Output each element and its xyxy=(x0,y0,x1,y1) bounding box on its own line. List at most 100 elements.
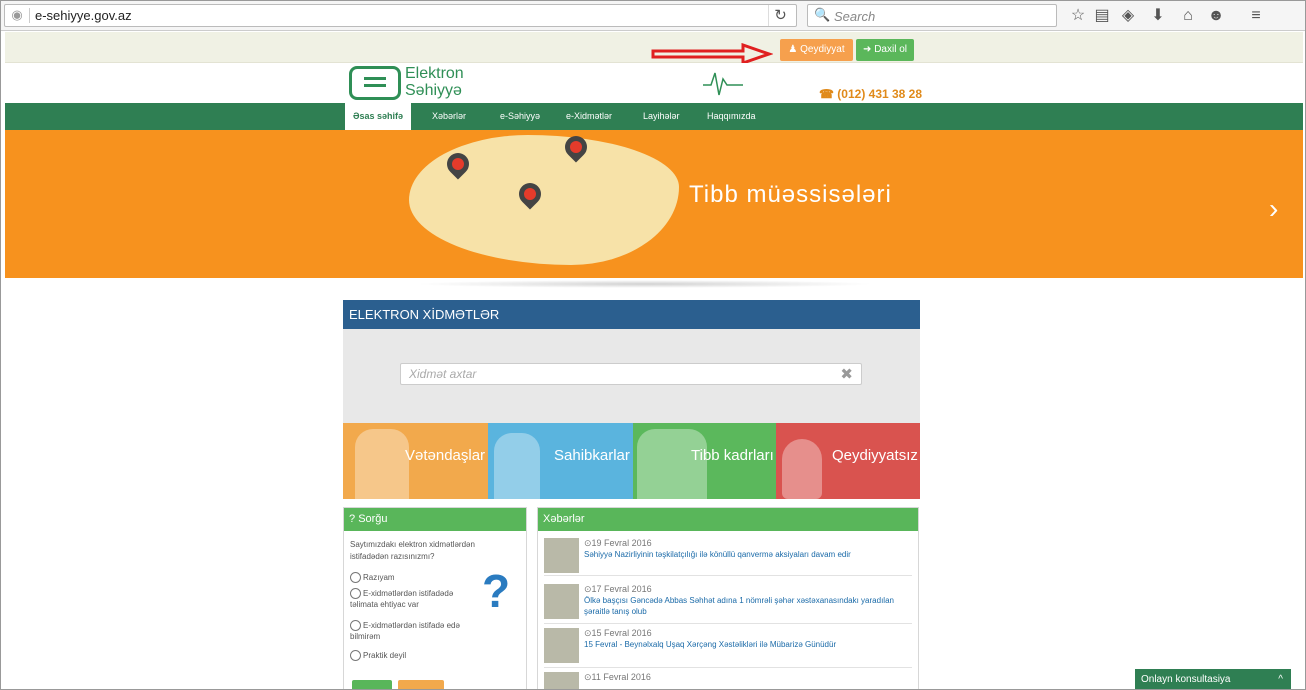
tile-unregistered[interactable]: Qeydiyyatsız xyxy=(776,423,920,499)
nav-item-e-health[interactable]: e-Səhiyyə xyxy=(500,103,540,130)
star-bookmark-icon[interactable]: ☆ xyxy=(1067,5,1089,27)
logo-line-2: Səhiyyə xyxy=(405,82,462,99)
logo-icon[interactable] xyxy=(349,66,401,100)
news-thumbnail[interactable] xyxy=(544,672,579,689)
url-text[interactable]: e-sehiyye.gov.az xyxy=(35,8,132,23)
news-date: ⊙15 Fevral 2016 xyxy=(584,628,652,639)
clear-icon[interactable]: ✖ xyxy=(840,365,853,383)
reload-icon[interactable]: ↻ xyxy=(768,5,792,26)
news-item[interactable]: ⊙19 Fevral 2016 Səhiyyə Nazirliyinin təş… xyxy=(544,538,912,576)
user-icon: ♟ xyxy=(788,44,798,55)
radio-button[interactable] xyxy=(350,588,361,600)
menu-icon[interactable]: ≡ xyxy=(1245,5,1267,27)
citizens-photo xyxy=(355,429,409,499)
nav-item-home[interactable]: Əsas səhifə xyxy=(345,103,412,130)
survey-option-label: Praktik deyil xyxy=(363,651,407,660)
main-nav: Əsas səhifə Xəbərlər e-Səhiyyə e-Xidmətl… xyxy=(5,103,1303,130)
survey-option-label: E-xidmətlərdən istifadə edə bilmirəm xyxy=(350,621,460,642)
survey-option[interactable]: Razıyam xyxy=(350,572,478,584)
search-icon: 🔍 xyxy=(814,7,831,22)
survey-option[interactable]: E-xidmətlərdən istifadədə təlimata ehtiy… xyxy=(350,588,478,610)
news-date: ⊙11 Fevral 2016 xyxy=(584,672,651,683)
phone-icon: ☎ xyxy=(819,87,834,101)
tile-entrepreneurs-label: Sahibkarlar xyxy=(554,447,630,464)
login-label: Daxil ol xyxy=(874,44,907,55)
survey-option-label: E-xidmətlərdən istifadədə təlimata ehtiy… xyxy=(350,589,454,610)
nav-item-about[interactable]: Haqqımızda xyxy=(707,103,756,130)
tile-citizens-label: Vətəndaşlar xyxy=(405,447,486,464)
tile-medical-staff-label: Tibb kadrları xyxy=(691,447,774,464)
survey-option[interactable]: Praktik deyil xyxy=(350,650,478,662)
news-thumbnail[interactable] xyxy=(544,584,579,619)
site-header: Elektron Səhiyyə ☎ (012) 431 38 28 xyxy=(5,63,1303,103)
browser-window: ◉ e-sehiyye.gov.az ↻ 🔍 Search ☆ ▤ ◈ ⬇ ⌂ … xyxy=(0,0,1306,690)
clock-icon: ⊙ xyxy=(584,538,592,548)
results-button[interactable] xyxy=(398,680,444,689)
red-arrow-annotation xyxy=(651,43,773,65)
news-thumbnail[interactable] xyxy=(544,538,579,573)
tile-entrepreneurs[interactable]: Sahibkarlar xyxy=(488,423,633,499)
news-date-text: 17 Fevral 2016 xyxy=(591,584,652,594)
register-button[interactable]: ♟ Qeydiyyat xyxy=(780,39,853,61)
carousel-next-icon[interactable]: › xyxy=(1269,193,1278,225)
browser-toolbar: ◉ e-sehiyye.gov.az ↻ 🔍 Search ☆ ▤ ◈ ⬇ ⌂ … xyxy=(1,1,1305,31)
clock-icon: ⊙ xyxy=(584,672,592,682)
news-headline[interactable]: 15 Fevral - Beynəlxalq Uşaq Xərçəng Xəst… xyxy=(584,639,910,650)
survey-title: Sorğu xyxy=(358,513,388,525)
survey-header: ? Sorğu xyxy=(344,508,526,531)
clock-icon: ⊙ xyxy=(584,584,592,594)
news-item[interactable]: ⊙15 Fevral 2016 15 Fevral - Beynəlxalq U… xyxy=(544,628,912,668)
globe-icon: ◉ xyxy=(11,7,23,22)
news-item[interactable]: ⊙17 Fevral 2016 Ölkə başçısı Gəncədə Abb… xyxy=(544,584,912,624)
radio-button[interactable] xyxy=(350,572,361,584)
chat-bubble-icon[interactable]: ☻ xyxy=(1205,5,1227,27)
online-consultation-widget[interactable]: Onlayn konsultasiya ^ xyxy=(1135,669,1291,689)
news-headline[interactable]: Səhiyyə Nazirliyinin təşkilatçılığı ilə … xyxy=(584,549,910,560)
service-search-input[interactable]: Xidmət axtar ✖ xyxy=(400,363,862,385)
nav-item-news[interactable]: Xəbərlər xyxy=(432,103,466,130)
news-item[interactable]: ⊙11 Fevral 2016 xyxy=(544,672,912,689)
question-mark-illustration: ? xyxy=(482,565,511,617)
logo-text[interactable]: Elektron Səhiyyə xyxy=(405,65,464,99)
home-icon[interactable]: ⌂ xyxy=(1177,5,1199,27)
services-title: ELEKTRON XİDMƏTLƏR xyxy=(343,300,920,329)
news-thumbnail[interactable] xyxy=(544,628,579,663)
banner-shadow xyxy=(415,280,875,288)
address-bar[interactable]: ◉ e-sehiyye.gov.az ↻ xyxy=(4,4,797,27)
browser-search-input[interactable]: 🔍 Search xyxy=(807,4,1057,27)
vote-button[interactable] xyxy=(352,680,392,689)
nav-item-projects[interactable]: Layihələr xyxy=(643,103,680,130)
entrepreneur-photo xyxy=(494,433,540,499)
phone-text: (012) 431 38 28 xyxy=(837,87,923,101)
chevron-up-icon[interactable]: ^ xyxy=(1278,669,1283,689)
survey-option-label: Razıyam xyxy=(363,573,395,582)
padlock-icon xyxy=(782,439,822,499)
login-button[interactable]: ➜ Daxil ol xyxy=(856,39,914,61)
services-search-area: Xidmət axtar ✖ xyxy=(343,329,920,423)
tile-medical-staff[interactable]: Tibb kadrları xyxy=(633,423,776,499)
news-panel: Xəbərlər ⊙19 Fevral 2016 Səhiyyə Nazirli… xyxy=(537,507,919,689)
clock-icon: ⊙ xyxy=(584,628,592,638)
electronic-services-panel: ELEKTRON XİDMƏTLƏR Xidmət axtar ✖ Vətənd… xyxy=(343,300,920,499)
service-tiles: Vətəndaşlar Sahibkarlar Tibb kadrları Qe… xyxy=(343,423,920,499)
doctor-photo xyxy=(637,429,707,499)
register-label: Qeydiyyat xyxy=(800,44,845,55)
banner-title: Tibb müəssisələri xyxy=(689,181,892,208)
pocket-icon[interactable]: ◈ xyxy=(1117,5,1139,27)
survey-option[interactable]: E-xidmətlərdən istifadə edə bilmirəm xyxy=(350,620,478,642)
radio-button[interactable] xyxy=(350,650,361,662)
download-icon[interactable]: ⬇ xyxy=(1147,5,1169,27)
reading-list-icon[interactable]: ▤ xyxy=(1091,5,1113,27)
survey-question: Saytımızdakı elektron xidmətlərdən istif… xyxy=(350,540,475,561)
tile-unregistered-label: Qeydiyyatsız xyxy=(832,447,918,464)
nav-item-e-services[interactable]: e-Xidmətlər xyxy=(566,103,612,130)
news-date-text: 11 Fevral 2016 xyxy=(591,672,651,682)
tile-citizens[interactable]: Vətəndaşlar xyxy=(343,423,488,499)
phone-number: ☎ (012) 431 38 28 xyxy=(819,87,922,101)
search-placeholder: Search xyxy=(834,9,876,24)
news-headline[interactable]: Ölkə başçısı Gəncədə Abbas Səhhət adına … xyxy=(584,595,910,617)
heartbeat-icon xyxy=(703,72,743,96)
logo-line-1: Elektron xyxy=(405,65,464,82)
radio-button[interactable] xyxy=(350,620,361,632)
news-title: Xəbərlər xyxy=(538,508,918,531)
